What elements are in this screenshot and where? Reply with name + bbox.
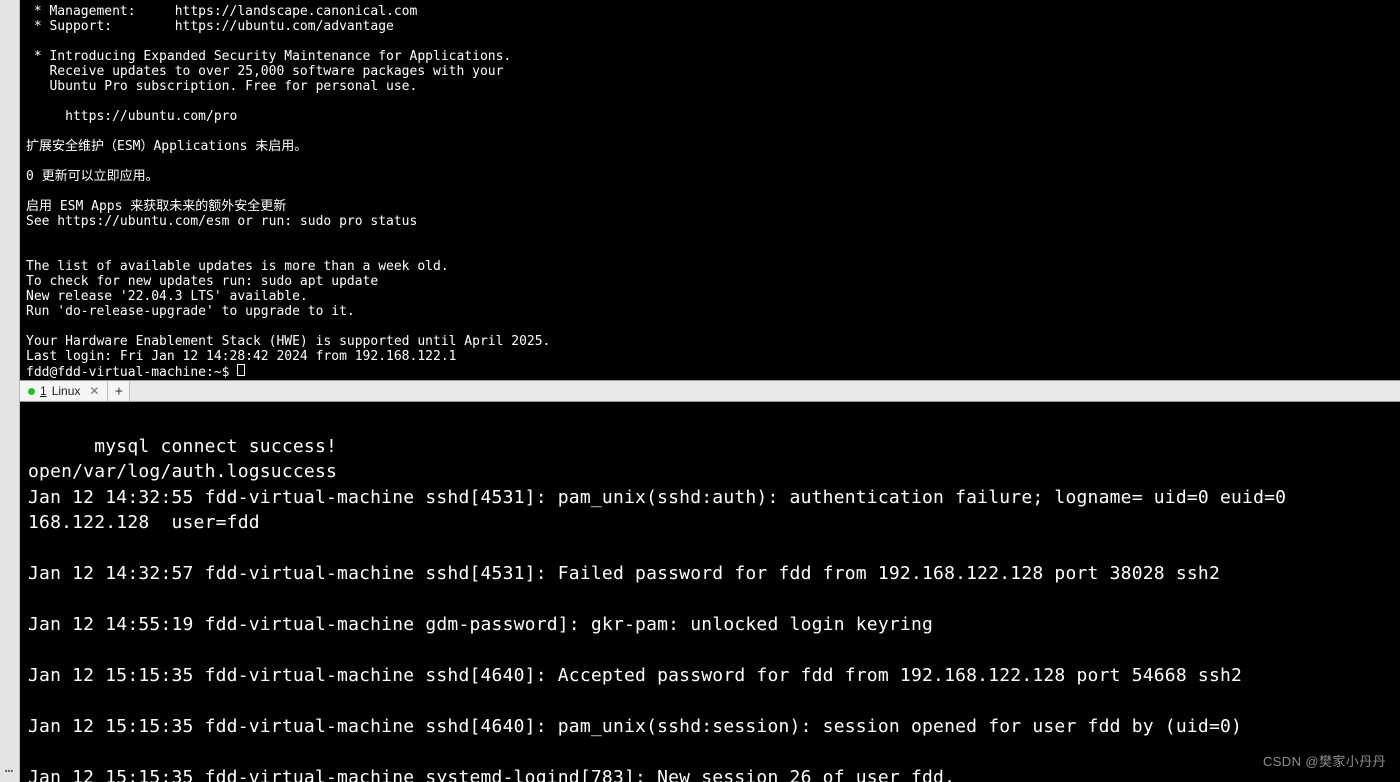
- tab-linux[interactable]: 1 Linux ✕: [20, 381, 108, 401]
- add-tab-button[interactable]: +: [108, 381, 130, 401]
- gutter-handle-icon[interactable]: …: [5, 760, 14, 776]
- upper-terminal[interactable]: * Management: https://landscape.canonica…: [20, 0, 1400, 380]
- connection-status-icon: [28, 388, 35, 395]
- tab-number: 1: [40, 384, 47, 398]
- upper-gutter: [0, 0, 20, 380]
- cursor-icon: [237, 364, 245, 376]
- watermark: CSDN @樊家小丹丹: [1263, 749, 1386, 775]
- lower-gutter: …: [0, 402, 20, 782]
- tab-label: Linux: [52, 384, 81, 398]
- close-icon[interactable]: ✕: [89, 384, 99, 398]
- tabbar-gutter: [0, 380, 20, 402]
- lower-terminal[interactable]: mysql connect success! open/var/log/auth…: [20, 402, 1400, 782]
- tabbar-spacer: [130, 381, 1400, 401]
